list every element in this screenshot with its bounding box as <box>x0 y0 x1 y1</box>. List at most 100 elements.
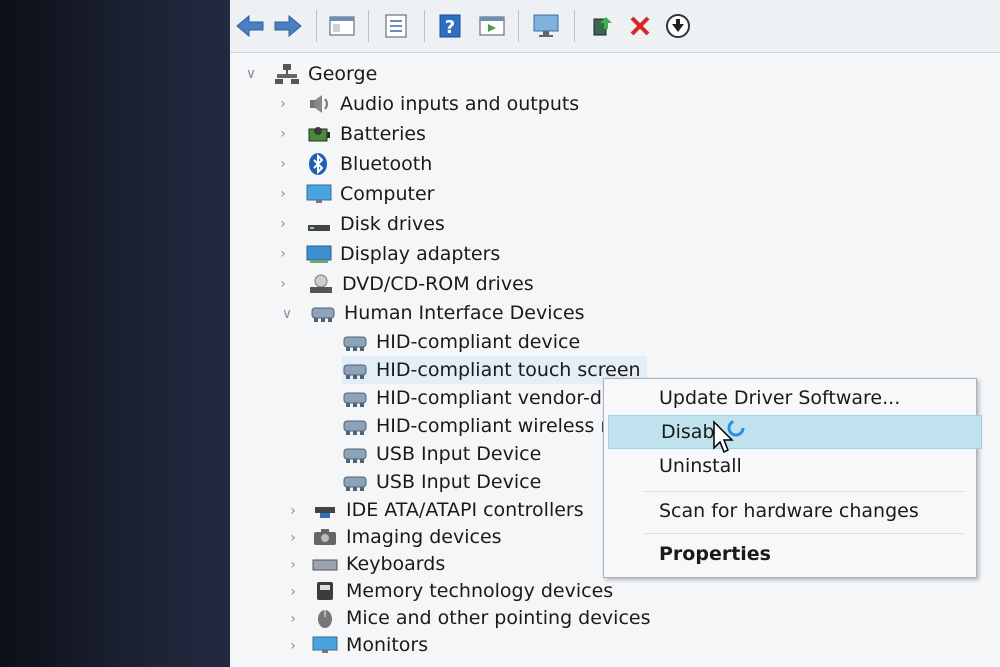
disk-drive-icon <box>308 225 330 231</box>
device-hid-vendor-defined[interactable]: HID-compliant vendor-de <box>342 384 614 412</box>
action-pane-icon[interactable] <box>476 10 508 42</box>
expand-chevron-icon[interactable]: › <box>286 530 300 546</box>
category-mice-pointing[interactable]: Mice and other pointing devices <box>312 604 650 632</box>
collapse-chevron-icon[interactable]: ∨ <box>280 306 294 322</box>
expand-chevron-icon[interactable]: › <box>286 638 300 654</box>
toolbar-separator <box>518 10 519 42</box>
menu-separator <box>644 533 964 534</box>
expand-chevron-icon[interactable]: › <box>286 611 300 627</box>
battery-icon <box>308 127 330 142</box>
category-memory-technology[interactable]: Memory technology devices <box>312 577 613 605</box>
toolbar: ? <box>230 0 1000 53</box>
category-imaging-devices[interactable]: Imaging devices <box>312 523 502 551</box>
toolbar-separator <box>316 10 317 42</box>
category-label: Bluetooth <box>340 153 433 175</box>
hid-device-icon <box>343 336 367 351</box>
toolbar-separator <box>368 10 369 42</box>
category-label: Disk drives <box>340 213 445 235</box>
category-computer[interactable]: Computer <box>306 180 434 208</box>
update-driver-icon[interactable] <box>586 10 618 42</box>
category-monitors[interactable]: Monitors <box>312 631 428 659</box>
device-hid-wireless-radio[interactable]: HID-compliant wireless ra <box>342 412 620 440</box>
category-label: Audio inputs and outputs <box>340 93 580 115</box>
menu-item-label: Uninstall <box>659 455 742 477</box>
computer-network-icon <box>275 64 299 84</box>
category-bluetooth[interactable]: Bluetooth <box>306 150 432 178</box>
monitor-icon <box>312 636 338 653</box>
menu-separator <box>644 491 964 492</box>
menu-item-update-driver[interactable]: Update Driver Software... <box>604 381 976 415</box>
expand-chevron-icon[interactable]: › <box>276 126 290 142</box>
category-label: Keyboards <box>346 553 446 575</box>
hid-device-icon <box>343 420 367 435</box>
tree-root-label: George <box>308 63 378 85</box>
menu-item-scan-hardware[interactable]: Scan for hardware changes <box>604 494 976 528</box>
expand-chevron-icon[interactable]: › <box>276 186 290 202</box>
toolbar-separator <box>424 10 425 42</box>
speaker-icon <box>310 95 328 113</box>
category-label: Computer <box>340 183 435 205</box>
uninstall-x-icon[interactable] <box>624 10 656 42</box>
back-arrow-icon[interactable] <box>234 10 266 42</box>
menu-item-label: Disabl <box>661 421 720 443</box>
device-label: HID-compliant wireless ra <box>376 415 620 437</box>
category-label: Mice and other pointing devices <box>346 607 651 629</box>
menu-item-label: Properties <box>659 543 771 565</box>
category-ide-ata[interactable]: IDE ATA/ATAPI controllers <box>312 496 584 524</box>
mouse-cursor-busy-icon <box>712 418 752 458</box>
expand-chevron-icon[interactable]: › <box>286 584 300 600</box>
category-label: Display adapters <box>340 243 501 265</box>
memory-card-icon <box>317 582 333 600</box>
camera-icon <box>314 529 336 545</box>
toolbar-separator <box>574 10 575 42</box>
menu-item-label: Update Driver Software... <box>659 387 901 409</box>
bluetooth-icon <box>309 153 327 175</box>
expand-chevron-icon[interactable]: › <box>286 503 300 519</box>
hid-device-icon <box>343 392 367 407</box>
expand-chevron-icon[interactable]: › <box>276 96 290 112</box>
disable-device-icon[interactable] <box>662 10 694 42</box>
menu-item-properties[interactable]: Properties <box>604 537 976 571</box>
menu-item-disable[interactable]: Disabl <box>608 415 982 449</box>
context-menu: Update Driver Software... Disabl Uninsta… <box>603 378 982 578</box>
properties-sheet-icon[interactable] <box>380 10 412 42</box>
device-usb-input-2[interactable]: USB Input Device <box>342 468 541 496</box>
device-label: USB Input Device <box>376 443 542 465</box>
show-hide-console-tree-icon[interactable] <box>326 10 358 42</box>
tree-root-computer[interactable]: George <box>274 60 377 88</box>
forward-arrow-icon[interactable] <box>272 10 304 42</box>
svg-text:?: ? <box>445 17 455 38</box>
keyboard-icon <box>312 559 338 571</box>
monitor-icon <box>306 184 332 203</box>
help-icon[interactable]: ? <box>434 10 466 42</box>
expand-chevron-icon[interactable]: › <box>286 557 300 573</box>
scan-hardware-monitor-icon[interactable] <box>530 10 562 42</box>
display-adapter-icon <box>306 245 332 263</box>
ide-controller-icon <box>315 507 335 518</box>
hid-device-icon <box>311 307 335 322</box>
menu-item-label: Scan for hardware changes <box>659 500 919 522</box>
device-label: HID-compliant touch screen <box>376 359 641 381</box>
category-display-adapters[interactable]: Display adapters <box>306 240 500 268</box>
collapse-chevron-icon[interactable]: ∨ <box>244 66 258 82</box>
expand-chevron-icon[interactable]: › <box>276 276 290 292</box>
category-dvd-cdrom[interactable]: DVD/CD-ROM drives <box>308 270 534 298</box>
menu-item-uninstall[interactable]: Uninstall <box>604 449 976 483</box>
expand-chevron-icon[interactable]: › <box>276 216 290 232</box>
hid-device-icon <box>343 364 367 379</box>
device-usb-input-1[interactable]: USB Input Device <box>342 440 541 468</box>
device-hid-compliant-device[interactable]: HID-compliant device <box>342 328 580 356</box>
category-keyboards[interactable]: Keyboards <box>312 550 445 578</box>
expand-chevron-icon[interactable]: › <box>276 246 290 262</box>
category-human-interface-devices[interactable]: Human Interface Devices <box>310 299 585 327</box>
expand-chevron-icon[interactable]: › <box>276 156 290 172</box>
device-label: USB Input Device <box>376 471 542 493</box>
device-label: HID-compliant device <box>376 331 581 353</box>
category-batteries[interactable]: Batteries <box>306 120 426 148</box>
device-hid-touch-screen-selected[interactable]: HID-compliant touch screen <box>342 356 647 384</box>
category-label: Batteries <box>340 123 426 145</box>
category-audio-inputs[interactable]: Audio inputs and outputs <box>306 90 579 118</box>
category-label: Imaging devices <box>346 526 502 548</box>
category-disk-drives[interactable]: Disk drives <box>306 210 445 238</box>
monitor-bezel <box>0 0 230 667</box>
